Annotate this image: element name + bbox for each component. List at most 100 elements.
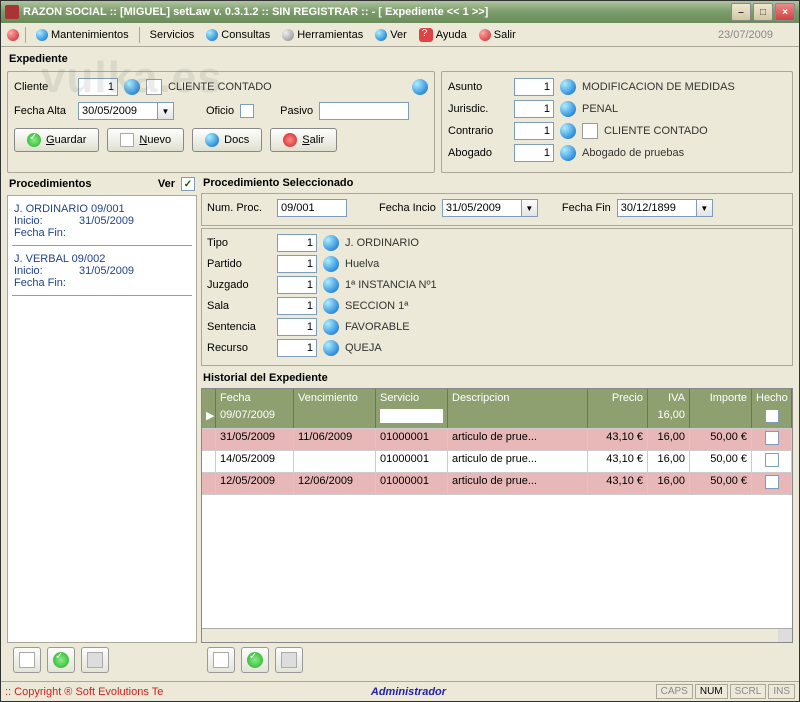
maximize-button[interactable]: □: [753, 3, 773, 21]
table-row[interactable]: 14/05/2009 01000001 articulo de prue... …: [202, 451, 792, 473]
salir-button[interactable]: Salir: [270, 128, 337, 152]
docs-button[interactable]: Docs: [192, 128, 262, 152]
gear-icon: [36, 29, 48, 41]
minimize-button[interactable]: –: [731, 3, 751, 21]
jurisdic-label: Jurisdic.: [448, 103, 508, 115]
asunto-input[interactable]: [514, 78, 554, 96]
contrario-input[interactable]: [514, 122, 554, 140]
juzgado-input[interactable]: [277, 276, 317, 294]
abogado-input[interactable]: [514, 144, 554, 162]
fechainicio-input[interactable]: [442, 199, 522, 217]
partido-lookup[interactable]: [323, 256, 339, 272]
caps-indicator: CAPS: [656, 684, 693, 699]
cliente-sheet-icon[interactable]: [146, 79, 162, 95]
col-precio[interactable]: Precio: [588, 389, 648, 407]
ver-checkbox[interactable]: ✓: [181, 177, 195, 191]
contrario-sheet-icon[interactable]: [582, 123, 598, 139]
cliente-name: CLIENTE CONTADO: [168, 81, 272, 93]
menu-ver[interactable]: Ver: [371, 27, 411, 43]
numproc-label: Num. Proc.: [207, 202, 271, 214]
cliente-input[interactable]: [78, 78, 118, 96]
col-vencimiento[interactable]: Vencimiento: [294, 389, 376, 407]
hist-ok-button[interactable]: [241, 647, 269, 673]
col-importe[interactable]: Importe: [690, 389, 752, 407]
new-icon: [19, 652, 35, 668]
scrl-indicator: SCRL: [730, 684, 767, 699]
close-button[interactable]: ×: [775, 3, 795, 21]
nuevo-button[interactable]: Nuevo: [107, 128, 184, 152]
numproc-input[interactable]: [277, 199, 347, 217]
asunto-label: Asunto: [448, 81, 508, 93]
hecho-checkbox[interactable]: [765, 475, 779, 489]
fechainicio-dd[interactable]: ▼: [522, 199, 538, 217]
tipo-input[interactable]: [277, 234, 317, 252]
tipo-lookup[interactable]: [323, 235, 339, 251]
juzgado-lookup[interactable]: [323, 277, 339, 293]
sentencia-input[interactable]: [277, 318, 317, 336]
guardar-button[interactable]: GGuardaruardar: [14, 128, 99, 152]
recurso-input[interactable]: [277, 339, 317, 357]
col-hecho[interactable]: Hecho: [752, 389, 792, 407]
main-panel: Procedimiento Seleccionado Num. Proc. Fe…: [201, 175, 793, 677]
hist-new-button[interactable]: [207, 647, 235, 673]
sala-input[interactable]: [277, 297, 317, 315]
procedimientos-title: Procedimientos: [9, 178, 92, 190]
copyright-text: :: Copyright ® Soft Evolutions Te: [5, 686, 163, 698]
menu-salir[interactable]: Salir: [475, 27, 520, 43]
fechaalta-input[interactable]: [78, 102, 158, 120]
table-row[interactable]: ▶ 09/07/2009 16,00: [202, 407, 792, 429]
proc-del-button[interactable]: [81, 647, 109, 673]
menu-herramientas[interactable]: Herramientas: [278, 27, 367, 43]
grid-scrollbar[interactable]: [202, 628, 792, 642]
oficio-label: Oficio: [206, 105, 234, 117]
col-descripcion[interactable]: Descripcion: [448, 389, 588, 407]
fechafin-dd[interactable]: ▼: [697, 199, 713, 217]
cliente-lookup-button[interactable]: [124, 79, 140, 95]
fechafin-input[interactable]: [617, 199, 697, 217]
jurisdic-lookup[interactable]: [560, 101, 576, 117]
menu-ayuda[interactable]: Ayuda: [415, 26, 471, 44]
sala-label: Sala: [207, 300, 271, 312]
oficio-checkbox[interactable]: [240, 104, 254, 118]
menu-servicios[interactable]: Servicios: [146, 27, 199, 43]
sala-lookup[interactable]: [323, 298, 339, 314]
abogado-lookup[interactable]: [560, 145, 576, 161]
hecho-checkbox[interactable]: [765, 453, 779, 467]
col-fecha[interactable]: Fecha: [216, 389, 294, 407]
sentencia-lookup[interactable]: [323, 319, 339, 335]
proc-item[interactable]: J. VERBAL 09/002 Inicio:31/05/2009 Fecha…: [12, 250, 192, 296]
proc-new-button[interactable]: [13, 647, 41, 673]
col-iva[interactable]: IVA: [648, 389, 690, 407]
pasivo-input[interactable]: [319, 102, 409, 120]
fechaalta-dropdown[interactable]: ▼: [158, 102, 174, 120]
cliente-lookup2-button[interactable]: [412, 79, 428, 95]
proc-ok-button[interactable]: [47, 647, 75, 673]
tipo-value: J. ORDINARIO: [345, 237, 419, 249]
asunto-lookup[interactable]: [560, 79, 576, 95]
servicio-cell-input[interactable]: [380, 409, 443, 423]
hecho-checkbox[interactable]: [765, 409, 779, 423]
asunto-value: MODIFICACION DE MEDIDAS: [582, 81, 735, 93]
recurso-lookup[interactable]: [323, 340, 339, 356]
view-icon: [375, 29, 387, 41]
sentencia-value: FAVORABLE: [345, 321, 410, 333]
cliente-label: Cliente: [14, 81, 72, 93]
hist-del-button[interactable]: [275, 647, 303, 673]
delete-icon: [87, 652, 103, 668]
table-row[interactable]: 31/05/2009 11/06/2009 01000001 articulo …: [202, 429, 792, 451]
jurisdic-input[interactable]: [514, 100, 554, 118]
grid-body[interactable]: ▶ 09/07/2009 16,00 31/05/2009 11/06/2009…: [202, 407, 792, 628]
menu-consultas[interactable]: Consultas: [202, 27, 274, 43]
proc-item[interactable]: J. ORDINARIO 09/001 Inicio:31/05/2009 Fe…: [12, 200, 192, 246]
exit-icon: [283, 133, 297, 147]
abogado-label: Abogado: [448, 147, 508, 159]
contrario-lookup[interactable]: [560, 123, 576, 139]
user-text: Administrador: [163, 686, 653, 698]
hecho-checkbox[interactable]: [765, 431, 779, 445]
expediente-panel: Cliente CLIENTE CONTADO Fecha Alta ▼ Of: [7, 71, 435, 173]
menu-mantenimientos[interactable]: Mantenimientos: [32, 27, 133, 43]
titlebar: RAZON SOCIAL :: [MIGUEL] setLaw v. 0.3.1…: [1, 1, 799, 23]
table-row[interactable]: 12/05/2009 12/06/2009 01000001 articulo …: [202, 473, 792, 495]
col-servicio[interactable]: Servicio: [376, 389, 448, 407]
partido-input[interactable]: [277, 255, 317, 273]
